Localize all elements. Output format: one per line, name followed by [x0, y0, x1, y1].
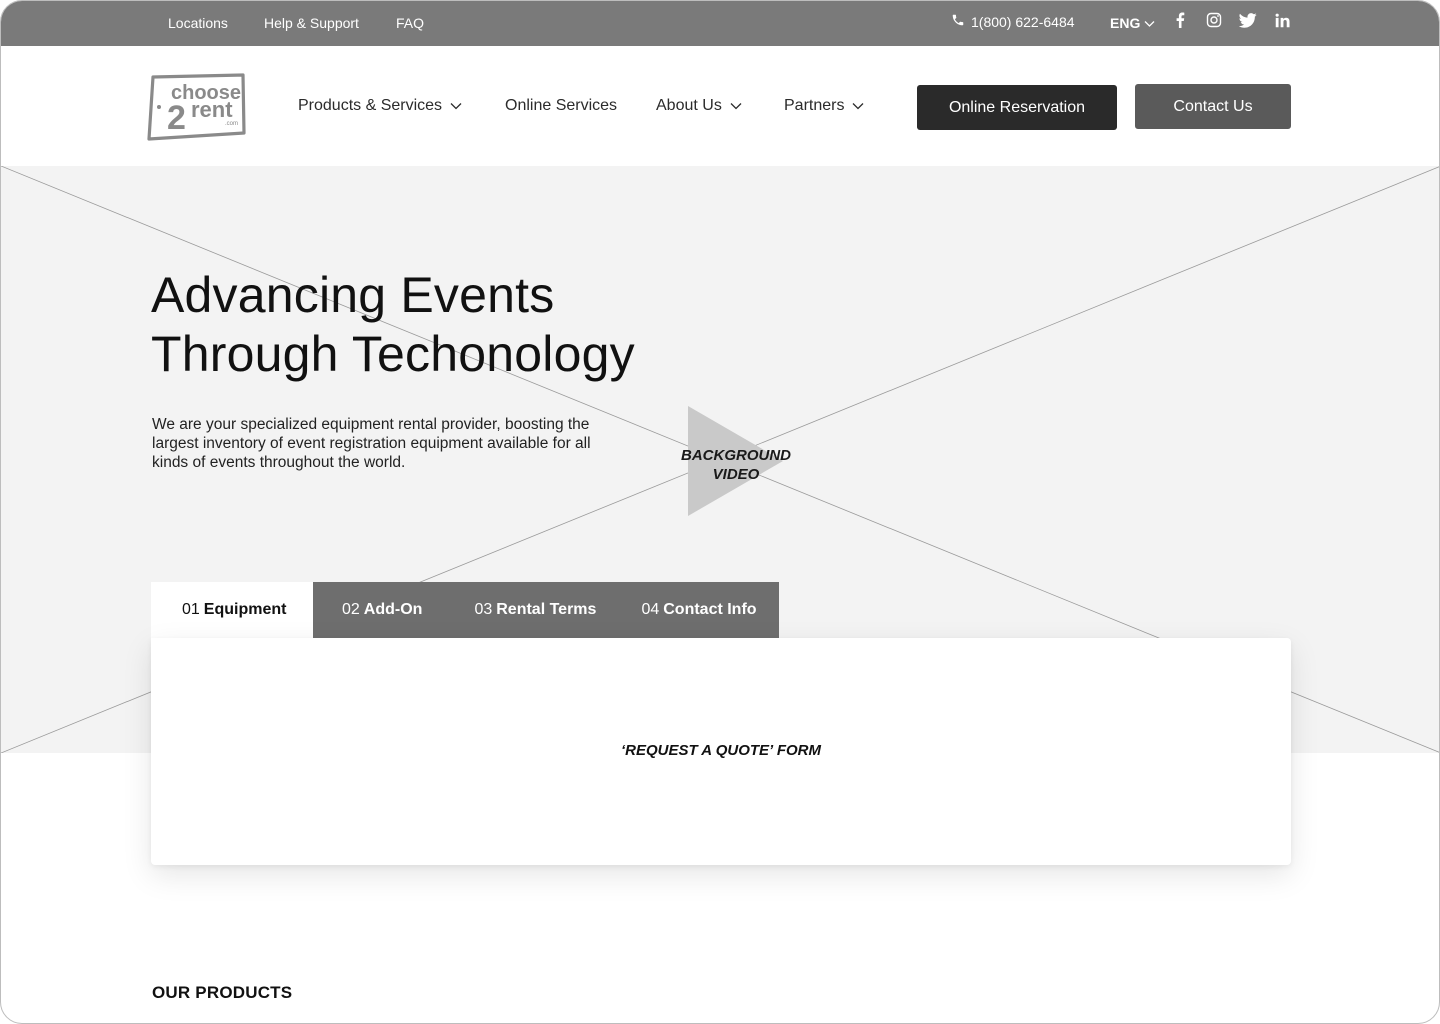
tab-label: Rental Terms [496, 601, 597, 618]
phone-link[interactable]: 1(800) 622-6484 [951, 13, 1075, 30]
language-value: ENG [1110, 15, 1141, 31]
nav-online-services[interactable]: Online Services [505, 97, 617, 115]
tab-add-on[interactable]: 02 Add-On [313, 582, 447, 638]
tab-number: 01 [182, 601, 200, 618]
nav-label: Partners [784, 97, 845, 114]
video-label-line-1: BACKGROUND [681, 447, 791, 464]
logo-word-rent: rent [191, 97, 233, 122]
tab-bar: 02 Add-On 03 Rental Terms 04 Contact Inf… [313, 582, 779, 638]
tab-number: 03 [474, 601, 493, 618]
tab-equipment[interactable]: 01 Equipment [151, 582, 313, 638]
twitter-icon[interactable] [1239, 11, 1257, 29]
social-links [1171, 11, 1291, 29]
hero-title-line-1: Advancing Events [151, 267, 555, 323]
contact-us-button[interactable]: Contact Us [1135, 84, 1291, 129]
hero-title-line-2: Through Techonology [151, 326, 635, 382]
language-selector[interactable]: ENG [1110, 15, 1155, 31]
nav-label: Products & Services [298, 97, 443, 114]
page-frame: Locations Help & Support FAQ 1(800) 622-… [0, 0, 1440, 1024]
top-utility-bar: Locations Help & Support FAQ 1(800) 622-… [1, 1, 1439, 46]
hero-subtitle: We are your specialized equipment rental… [152, 416, 591, 471]
main-header: choose 2 rent .com Products & Services O… [1, 46, 1439, 166]
hero-title: Advancing Events Through Techonology [151, 266, 635, 384]
tab-label: Contact Info [663, 601, 757, 618]
chevron-down-icon [450, 97, 462, 115]
tab-label: Equipment [203, 601, 287, 618]
request-quote-form-card: ‘REQUEST A QUOTE’ FORM [151, 638, 1291, 865]
brand-logo[interactable]: choose 2 rent .com [147, 73, 247, 141]
nav-products-services[interactable]: Products & Services [298, 97, 462, 115]
tab-number: 04 [641, 601, 660, 618]
facebook-icon[interactable] [1171, 11, 1189, 29]
tab-contact-info[interactable]: 04 Contact Info [618, 582, 778, 638]
online-reservation-button[interactable]: Online Reservation [917, 85, 1117, 130]
chevron-down-icon [1144, 15, 1155, 31]
nav-label: About Us [656, 97, 722, 114]
tab-label: Add-On [363, 601, 423, 618]
topbar-link-locations[interactable]: Locations [168, 15, 228, 31]
quote-steps-tabs: 01 Equipment 02 Add-On 03 Rental Terms 0… [151, 582, 779, 638]
our-products-heading: OUR PRODUCTS [152, 983, 293, 1002]
chevron-down-icon [730, 97, 742, 115]
video-label-line-2: VIDEO [712, 466, 760, 483]
logo-domain: .com [225, 121, 238, 127]
logo-digit: 2 [167, 99, 186, 137]
nav-label: Online Services [505, 97, 618, 114]
phone-icon [951, 13, 965, 30]
products-subheading-clipped [291, 1017, 581, 1023]
topbar-link-faq[interactable]: FAQ [396, 15, 424, 31]
tab-number: 02 [342, 601, 360, 618]
nav-partners[interactable]: Partners [784, 97, 864, 115]
nav-about-us[interactable]: About Us [656, 97, 742, 115]
topbar-link-help-support[interactable]: Help & Support [264, 15, 359, 31]
phone-number: 1(800) 622-6484 [971, 13, 1075, 30]
tab-rental-terms[interactable]: 03 Rental Terms [447, 582, 618, 638]
background-video-label: BACKGROUND VIDEO [675, 446, 797, 484]
chevron-down-icon [852, 97, 864, 115]
request-quote-form-label: ‘REQUEST A QUOTE’ FORM [620, 742, 821, 759]
linkedin-icon[interactable] [1273, 11, 1291, 29]
instagram-icon[interactable] [1205, 11, 1223, 29]
